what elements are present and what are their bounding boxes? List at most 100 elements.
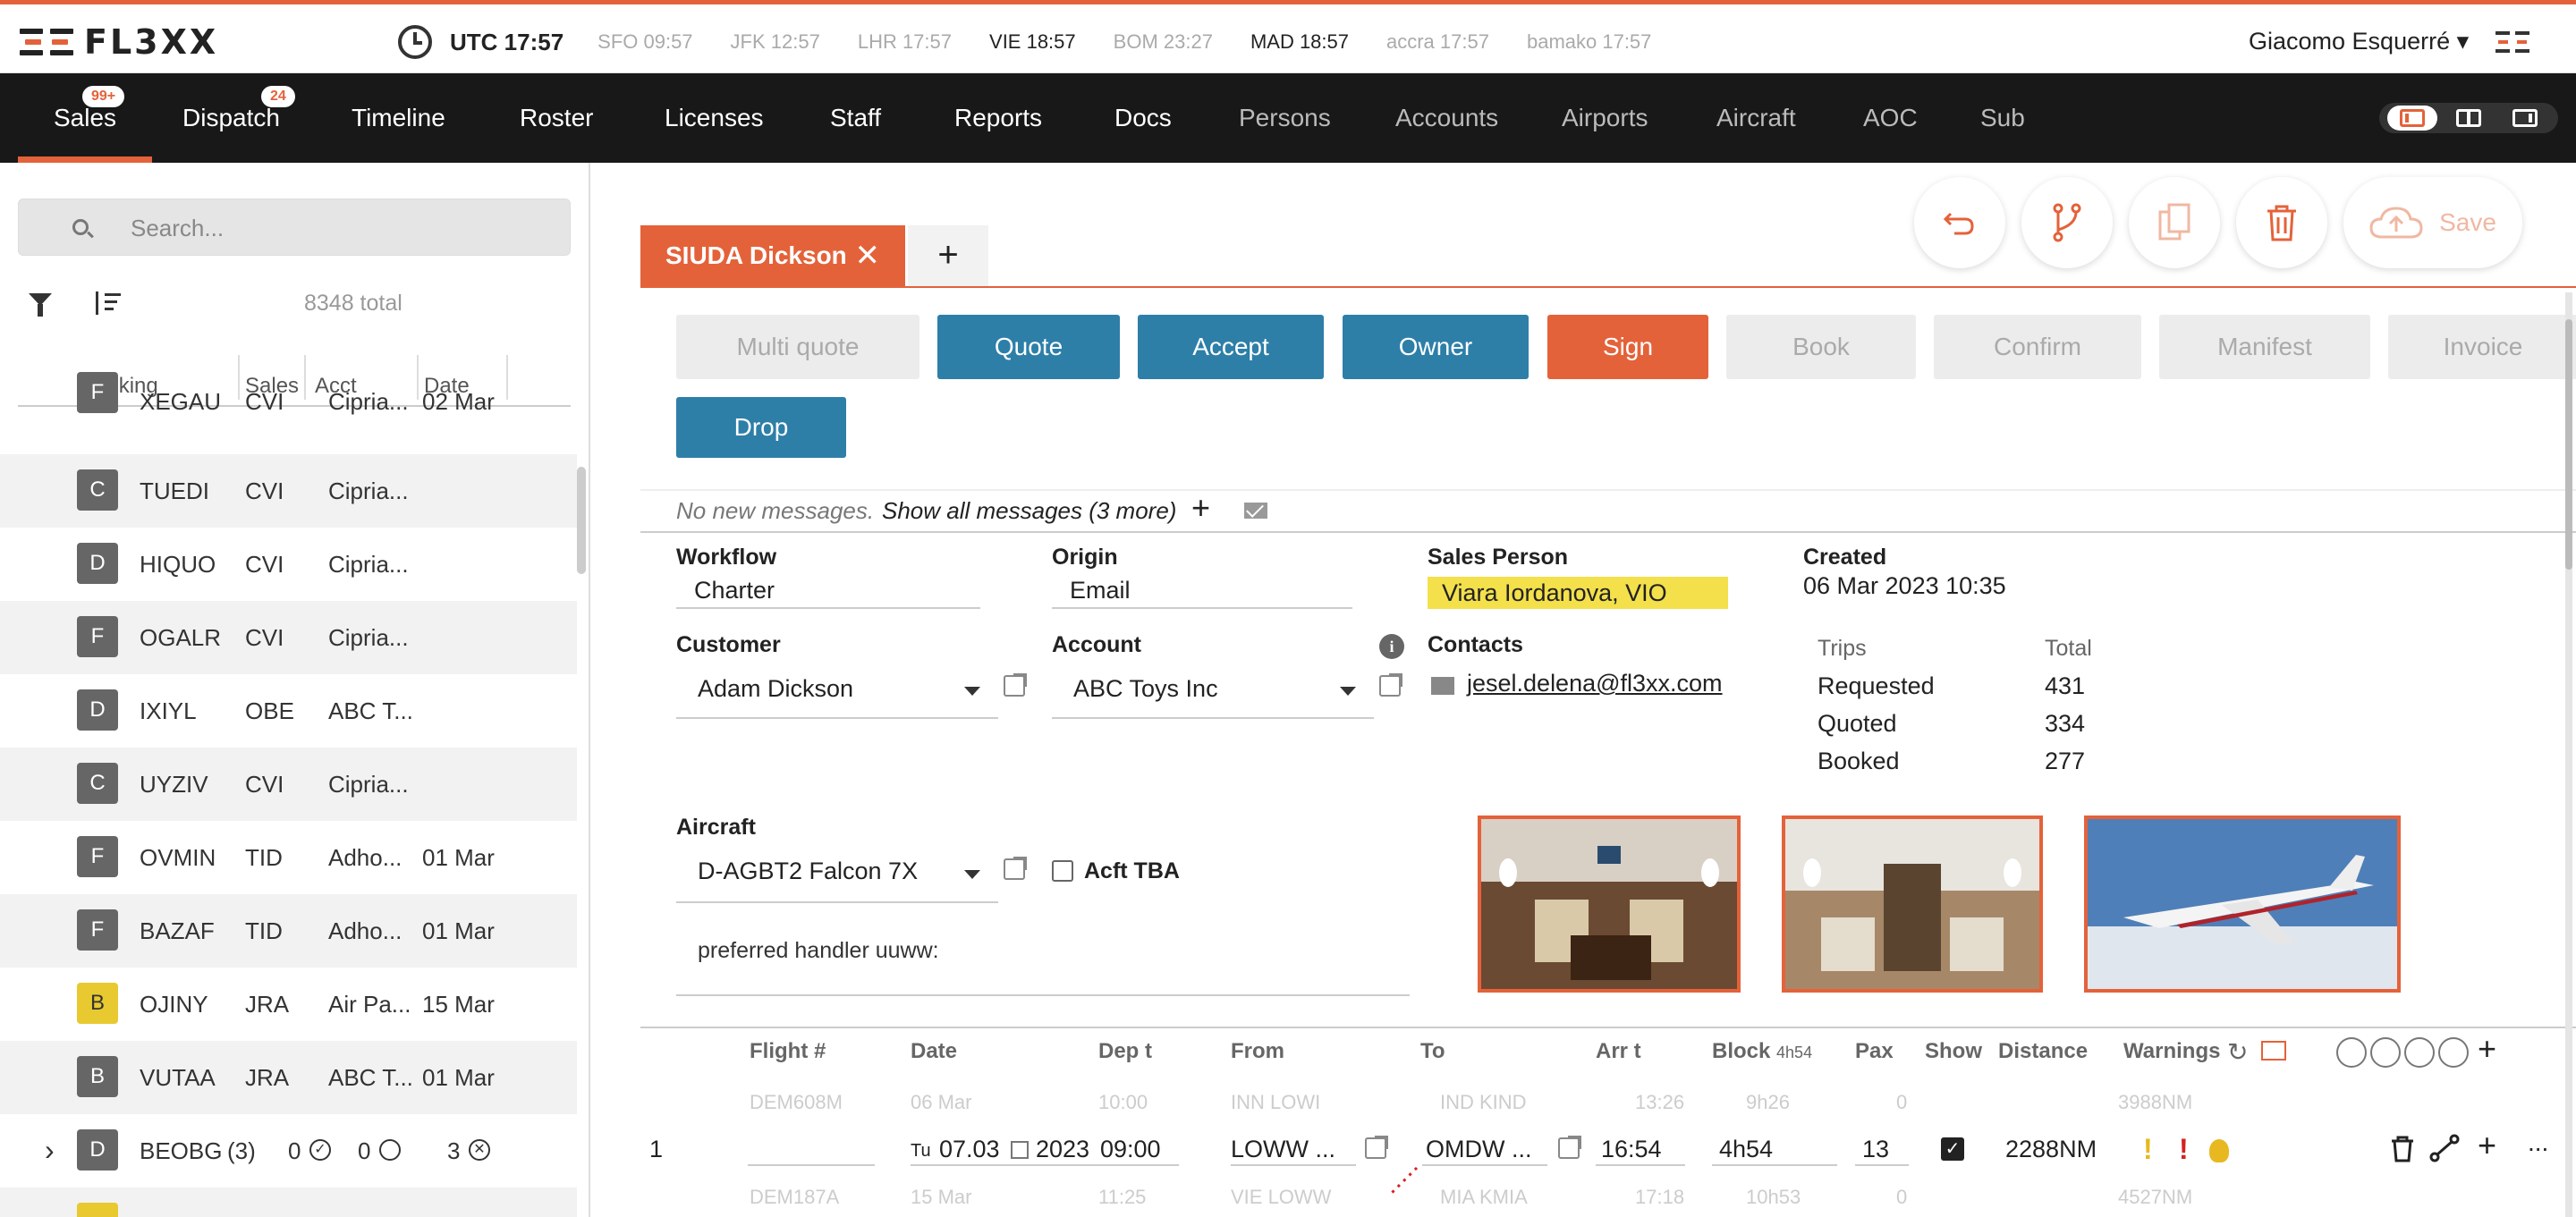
flight-dep-time[interactable]: 09:00	[1100, 1136, 1161, 1163]
nav-accounts[interactable]: Accounts	[1395, 73, 1498, 163]
external-link-icon[interactable]	[1004, 857, 1027, 880]
flight-year[interactable]: 2023	[1036, 1136, 1089, 1163]
nav-staff[interactable]: Staff	[830, 73, 881, 163]
nav-licenses[interactable]: Licenses	[665, 73, 764, 163]
flight-arr-time[interactable]: 16:54	[1601, 1136, 1662, 1163]
add-message-button[interactable]: +	[1191, 489, 1210, 527]
expand-chevron-icon[interactable]: ›	[45, 1134, 55, 1167]
close-icon[interactable]: ✕	[855, 225, 881, 286]
col-from[interactable]: From	[1231, 1039, 1284, 1064]
workflow-value[interactable]: Charter	[694, 577, 775, 604]
manifest-button[interactable]: Manifest	[2159, 315, 2370, 379]
chevron-down-icon[interactable]	[1340, 687, 1356, 696]
mail-icon[interactable]	[1244, 503, 1267, 519]
warning-icon[interactable]: !	[2143, 1133, 2153, 1166]
booking-row[interactable]: D HIQUO CVI Cipria...	[0, 528, 577, 601]
sign-button[interactable]: Sign	[1547, 315, 1708, 379]
col-to[interactable]: To	[1420, 1039, 1445, 1064]
col-dep-time[interactable]: Dep t	[1098, 1039, 1152, 1064]
col-distance[interactable]: Distance	[1998, 1039, 2088, 1064]
layout-right-button[interactable]	[2500, 106, 2550, 131]
booking-row[interactable]: D IXIYL OBE ABC T...	[0, 674, 577, 748]
col-pax[interactable]: Pax	[1855, 1039, 1894, 1064]
col-date[interactable]: Date	[911, 1039, 957, 1064]
list-icon[interactable]	[2370, 1037, 2401, 1068]
route-icon[interactable]	[2429, 1134, 2460, 1162]
flight-from[interactable]: LOWW ...	[1231, 1136, 1335, 1163]
error-icon[interactable]: !	[2179, 1133, 2189, 1166]
flight-number-input[interactable]	[748, 1164, 875, 1166]
flight-date[interactable]: 07.03	[939, 1136, 1000, 1163]
booking-row[interactable]: F XEGAU CVI Cipria... 02 Mar	[0, 372, 577, 429]
col-arr-time[interactable]: Arr t	[1596, 1039, 1641, 1064]
booking-group-row[interactable]: › D BEOBG (3) 0 ✓ 0 3 ✕	[0, 1114, 577, 1187]
layout-left-button[interactable]	[2387, 106, 2438, 131]
col-flight-number[interactable]: Flight #	[750, 1039, 826, 1064]
booking-row[interactable]: B VUTAA JRA ABC T... 01 Mar	[0, 1041, 577, 1114]
book-button[interactable]: Book	[1726, 315, 1916, 379]
sidebar-scrollbar[interactable]	[577, 467, 586, 574]
account-select[interactable]: ABC Toys Inc	[1073, 675, 1218, 703]
invoice-button[interactable]: Invoice	[2388, 315, 2576, 379]
add-tab-button[interactable]: +	[908, 225, 988, 286]
info-icon[interactable]: i	[1379, 634, 1404, 659]
map-icon[interactable]	[2404, 1037, 2435, 1068]
aircraft-photo-cabin-2[interactable]	[1782, 816, 2043, 993]
contact-email-link[interactable]: jesel.delena@fl3xx.com	[1467, 670, 1723, 697]
aircraft-photo-exterior[interactable]	[2084, 816, 2401, 993]
sort-icon[interactable]	[96, 292, 123, 317]
customer-select[interactable]: Adam Dickson	[698, 675, 853, 703]
col-warnings[interactable]: Warnings	[2123, 1039, 2220, 1064]
external-link-icon[interactable]	[1558, 1136, 1581, 1159]
weather-icon[interactable]	[2336, 1037, 2367, 1068]
nav-docs[interactable]: Docs	[1114, 73, 1172, 163]
sales-person-value[interactable]: Viara Iordanova, VIO	[1428, 577, 1728, 609]
booking-row[interactable]: B OJINY JRA Air Pa... 15 Mar	[0, 968, 577, 1041]
booking-row[interactable]: C TUEDI CVI Cipria...	[0, 454, 577, 528]
branch-button[interactable]	[2021, 177, 2113, 268]
aircraft-photo-cabin[interactable]	[1478, 816, 1741, 993]
nav-aoc[interactable]: AOC	[1863, 73, 1918, 163]
accept-button[interactable]: Accept	[1138, 315, 1324, 379]
owner-button[interactable]: Owner	[1343, 315, 1529, 379]
origin-value[interactable]: Email	[1070, 577, 1131, 604]
multi-quote-button[interactable]: Multi quote	[676, 315, 919, 379]
nav-reports[interactable]: Reports	[954, 73, 1042, 163]
col-block[interactable]: Block 4h54	[1712, 1039, 1812, 1064]
booking-row[interactable]: F OVMIN TID Adho... 01 Mar	[0, 821, 577, 894]
hand-warning-icon[interactable]	[2209, 1139, 2229, 1162]
undo-button[interactable]	[1914, 177, 2005, 268]
app-logo[interactable]: FL3XX	[20, 22, 218, 62]
chevron-down-icon[interactable]	[964, 870, 980, 879]
nav-timeline[interactable]: Timeline	[352, 73, 445, 163]
save-button[interactable]: Save	[2343, 177, 2522, 268]
crew-icon[interactable]	[2438, 1037, 2469, 1068]
nav-aircraft[interactable]: Aircraft	[1716, 73, 1796, 163]
add-leg-button[interactable]: +	[2478, 1127, 2496, 1164]
show-all-messages-link[interactable]: Show all messages (3 more)	[882, 497, 1176, 525]
external-link-icon[interactable]	[1379, 673, 1402, 697]
trash-icon[interactable]	[2390, 1136, 2415, 1162]
user-menu[interactable]: Giacomo Esquerré ▾	[2249, 28, 2469, 55]
aircraft-select[interactable]: D-AGBT2 Falcon 7X	[698, 858, 918, 885]
search-input[interactable]	[131, 212, 533, 244]
tab-siuda-dickson[interactable]: SIUDA Dickson ✕	[640, 225, 905, 286]
main-scrollbar[interactable]	[2565, 292, 2572, 1217]
nav-airports[interactable]: Airports	[1562, 73, 1648, 163]
delete-button[interactable]	[2236, 177, 2327, 268]
flight-pax[interactable]: 13	[1862, 1136, 1889, 1163]
quote-button[interactable]: Quote	[937, 315, 1120, 379]
chevron-down-icon[interactable]	[964, 687, 980, 696]
layout-split-button[interactable]	[2444, 106, 2494, 131]
booking-row[interactable]	[0, 1187, 577, 1217]
main-scrollbar-thumb[interactable]	[2565, 319, 2572, 570]
filter-icon[interactable]	[29, 293, 52, 317]
external-link-icon[interactable]	[1004, 673, 1027, 697]
user-logo-icon[interactable]	[2496, 31, 2531, 55]
booking-row[interactable]: F BAZAF TID Adho... 01 Mar	[0, 894, 577, 968]
flight-to[interactable]: OMDW ...	[1426, 1136, 1531, 1163]
drop-button[interactable]: Drop	[676, 397, 846, 458]
mail-warning-icon[interactable]	[2261, 1041, 2286, 1061]
booking-row[interactable]: C UYZIV CVI Cipria...	[0, 748, 577, 821]
nav-persons[interactable]: Persons	[1239, 73, 1331, 163]
